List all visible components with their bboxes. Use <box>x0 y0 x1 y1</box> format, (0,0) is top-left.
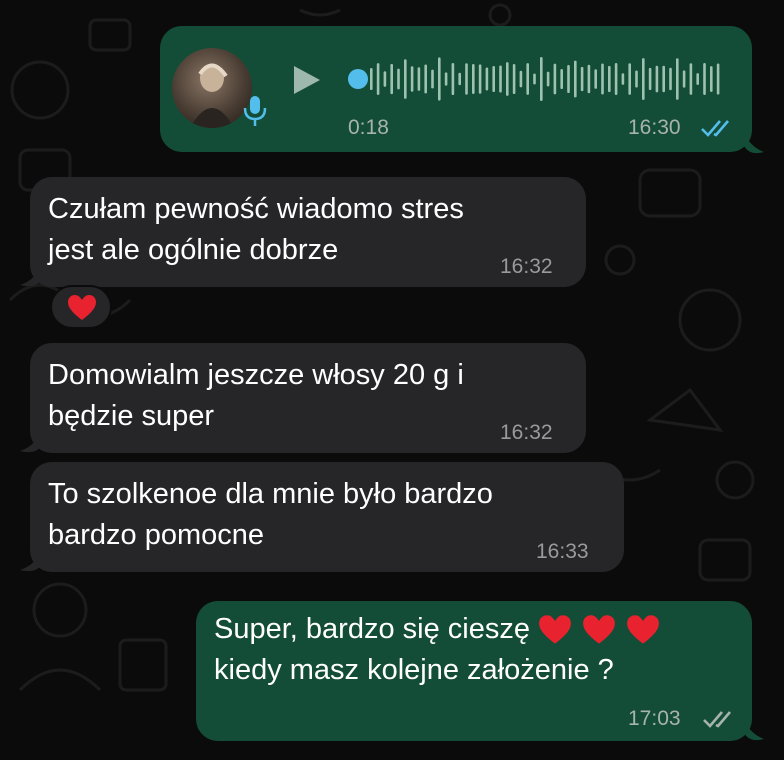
voice-duration: 0:18 <box>348 116 389 139</box>
waveform-bar <box>655 65 659 93</box>
waveform-bar <box>410 66 414 92</box>
read-ticks-icon <box>701 120 729 137</box>
waveform-bar <box>669 67 672 91</box>
waveform-bar <box>472 64 475 94</box>
play-icon[interactable] <box>290 64 322 96</box>
message-time: 16:32 <box>500 255 553 278</box>
heart-icon <box>68 295 96 320</box>
waveform-bar <box>580 66 584 92</box>
bubble-tail <box>20 427 42 453</box>
bubble-tail <box>20 261 42 287</box>
waveform-bar <box>689 63 693 95</box>
waveform-bar <box>383 71 387 87</box>
waveform-bar <box>444 72 448 86</box>
waveform-bar <box>682 70 686 88</box>
waveform[interactable] <box>366 54 726 104</box>
waveform-bar <box>499 65 502 93</box>
waveform-bar <box>594 69 597 89</box>
waveform-bar <box>465 63 468 95</box>
waveform-bar <box>370 68 373 90</box>
message-time: 16:32 <box>500 421 553 444</box>
waveform-bar <box>628 63 631 95</box>
waveform-bar <box>587 64 591 94</box>
waveform-bar <box>608 65 611 93</box>
avatar[interactable] <box>172 48 252 128</box>
bubble-tail <box>20 546 42 572</box>
delivered-ticks-icon <box>703 711 731 728</box>
waveform-bar <box>431 69 434 89</box>
waveform-bar <box>492 65 495 93</box>
waveform-bar <box>567 64 570 94</box>
incoming-message[interactable]: Domowialm jeszcze włosy 20 g i będzie su… <box>20 343 586 453</box>
waveform-bar <box>696 73 699 85</box>
waveform-bar <box>526 63 529 95</box>
bubble-tail <box>744 717 764 741</box>
playback-position-dot[interactable] <box>348 69 368 89</box>
waveform-bar <box>574 60 577 98</box>
waveform-bar <box>635 70 638 88</box>
mic-icon <box>243 96 267 126</box>
waveform-bar <box>601 63 604 95</box>
message-text: To szolkenoe dla mnie było bardzo bardzo… <box>48 478 493 551</box>
waveform-bar <box>485 67 489 91</box>
waveform-bar <box>506 62 509 96</box>
waveform-bar <box>716 63 720 95</box>
waveform-bar <box>642 58 645 100</box>
waveform-bar <box>404 59 407 99</box>
message-time: 16:33 <box>536 540 589 563</box>
message-text-line2: kiedy masz kolejne założenie ? <box>214 654 614 686</box>
message-text: Czułam pewność wiadomo stres jest ale og… <box>48 193 464 266</box>
voice-message-bubble[interactable]: 0:18 16:30 <box>160 26 764 154</box>
waveform-bar <box>546 71 550 87</box>
waveform-bar <box>560 68 563 90</box>
waveform-bar <box>648 67 652 91</box>
waveform-bar <box>710 66 713 92</box>
waveform-bar <box>438 57 441 101</box>
waveform-bar <box>376 63 380 95</box>
waveform-bar <box>703 63 706 95</box>
waveform-bar <box>676 58 679 100</box>
waveform-bar <box>662 65 665 93</box>
waveform-bar <box>614 63 618 95</box>
waveform-bar <box>397 68 400 90</box>
waveform-bar <box>533 73 536 85</box>
outgoing-message[interactable]: Super, bardzo się cieszę ❤️❤️❤️ kiedy ma… <box>196 601 764 741</box>
incoming-message[interactable]: To szolkenoe dla mnie było bardzo bardzo… <box>20 462 624 572</box>
heart-icon <box>627 615 659 644</box>
waveform-bar <box>512 63 516 95</box>
waveform-bar <box>451 63 455 95</box>
heart-icon <box>583 615 615 644</box>
waveform-bar <box>390 63 393 95</box>
message-time: 16:30 <box>628 116 681 139</box>
waveform-bar <box>417 67 421 91</box>
waveform-bar <box>621 73 625 85</box>
reaction-badge[interactable] <box>50 285 112 329</box>
message-time: 17:03 <box>628 707 681 730</box>
waveform-bar <box>458 72 461 86</box>
message-text: Domowialm jeszcze włosy 20 g i będzie su… <box>48 359 464 432</box>
waveform-bar <box>553 63 557 95</box>
waveform-bar <box>519 70 523 88</box>
message-text-line1: Super, bardzo się cieszę <box>214 613 530 645</box>
bubble-tail <box>744 130 764 154</box>
waveform-bar <box>424 64 427 94</box>
heart-icon <box>539 615 571 644</box>
incoming-message[interactable]: Czułam pewność wiadomo stres jest ale og… <box>20 177 586 287</box>
waveform-bar <box>478 64 482 94</box>
message-text: Super, bardzo się cieszę ❤️❤️❤️ kiedy ma… <box>214 609 660 691</box>
waveform-bar <box>540 57 543 101</box>
